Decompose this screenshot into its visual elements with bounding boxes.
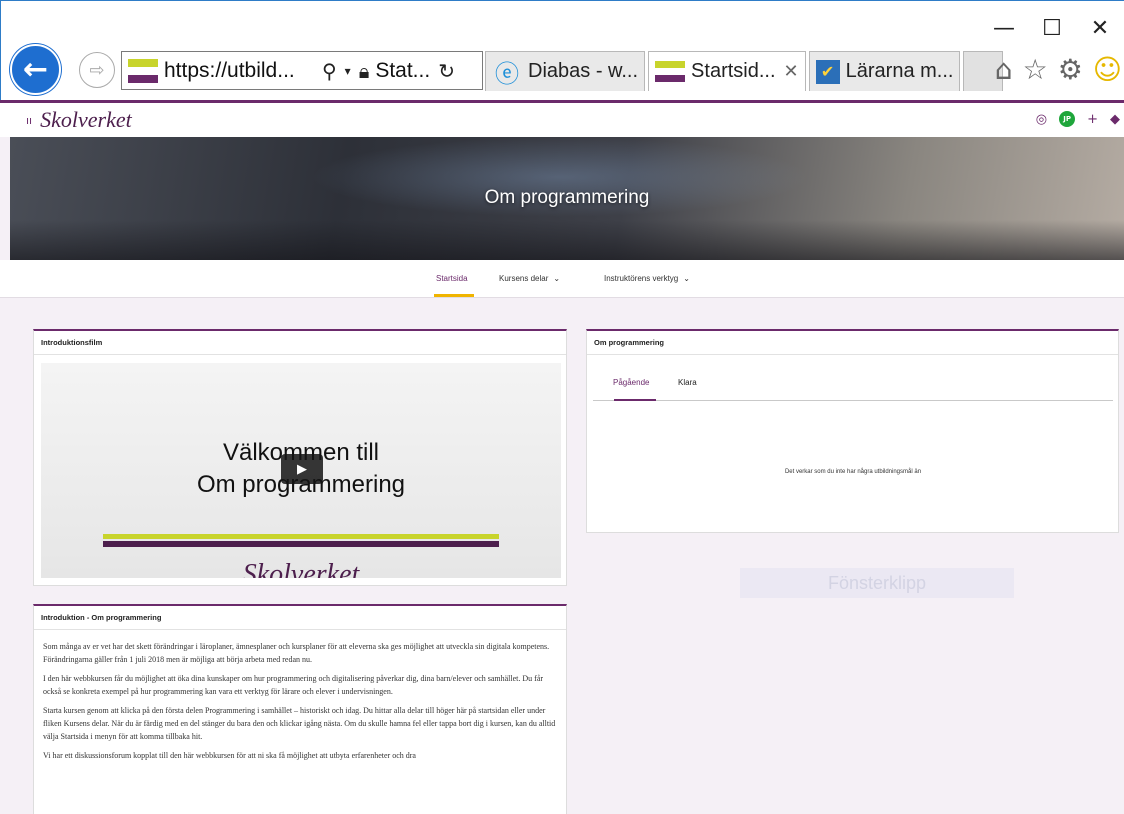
app-icon: ✔ (815, 59, 840, 84)
video-bar-purple (103, 541, 499, 547)
snipping-tool-overlay: Fönsterklipp (740, 568, 1014, 598)
address-url[interactable]: https://utbild... (164, 59, 314, 83)
site-header: ıı Skolverket ◎ JP + ◆ (0, 100, 1124, 137)
skolverket-flag-icon (128, 58, 158, 83)
intro-text: Som många av er vet har det skett föränd… (34, 630, 566, 762)
play-icon: ▶ (297, 461, 307, 477)
nav-kursens-delar[interactable]: Kursens delar ⌄ (499, 274, 560, 283)
goals-card: Om programmering Pågående Klara Det verk… (586, 329, 1119, 533)
address-bar[interactable]: https://utbild... ⚲ ▾ 🔒︎ Stat... ↻ (121, 51, 483, 90)
arrow-right-icon: ⇨ (89, 59, 105, 81)
page-title: Om programmering (484, 187, 650, 208)
lock-icon[interactable]: 🔒︎ (359, 59, 370, 83)
tab-label: Diabas - w... (528, 60, 639, 82)
nav-label: Instruktörens verktyg (604, 274, 679, 283)
tab-lararna[interactable]: ✔ Lärarna m... (808, 51, 961, 91)
tab-startsida[interactable]: Startsid... ✕ (648, 51, 806, 91)
nav-label: Startsida (436, 274, 468, 283)
minimize-button[interactable]: — (980, 15, 1028, 41)
arrow-left-icon: ← (22, 52, 49, 87)
tab-diabas[interactable]: ⓔ Diabas - w... (485, 51, 646, 91)
card-title: Om programmering (587, 331, 1118, 355)
home-icon[interactable]: ⌂ (995, 53, 1013, 86)
window-controls: — ☐ ✕ (980, 15, 1124, 41)
course-nav: Startsida Kursens delar ⌄ Instruktörens v… (0, 260, 1124, 298)
goals-tabs: Pågående Klara (593, 355, 1113, 401)
hero-banner: Om programmering (10, 137, 1124, 260)
tab-pagaende[interactable]: Pågående (613, 378, 649, 387)
intro-paragraph: Som många av er vet har det skett föränd… (43, 642, 550, 664)
intro-video[interactable]: Välkommen till Om programmering ▶ Skolve… (41, 363, 561, 578)
star-icon[interactable]: ☆ (1023, 53, 1048, 86)
hero-keyboard (10, 220, 1124, 260)
apps-icon[interactable]: ◆ (1110, 112, 1120, 127)
tab-active-indicator (614, 399, 656, 401)
card-title: Introduktionsfilm (34, 331, 566, 355)
nav-label: Kursens delar (499, 274, 549, 283)
header-icons: ◎ JP + ◆ (1036, 111, 1120, 127)
tab-label: Startsid... (691, 60, 776, 82)
browser-toolbar-icons: ⌂ ☆ ⚙ ☺ (995, 53, 1122, 86)
nav-startsida[interactable]: Startsida (436, 274, 468, 283)
chevron-down-icon: ⌄ (683, 274, 690, 283)
intro-paragraph: Starta kursen genom att klicka på den fö… (43, 706, 556, 741)
play-button[interactable]: ▶ (281, 454, 323, 484)
browser-chrome: — ☐ ✕ ← ⇨ https://utbild... ⚲ ▾ 🔒︎ Stat.… (0, 0, 1124, 100)
back-button[interactable]: ← (10, 44, 61, 95)
notification-icon[interactable]: ◎ (1036, 112, 1047, 127)
intro-paragraph: Vi har ett diskussionsforum kopplat till… (43, 751, 416, 760)
intro-paragraph: I den här webbkursen får du möjlighet at… (43, 674, 544, 696)
video-logo: Skolverket (242, 559, 360, 578)
nav-active-indicator (434, 294, 474, 297)
site-identity[interactable]: Stat... (375, 59, 430, 83)
plus-icon[interactable]: + (1087, 112, 1098, 127)
gear-icon[interactable]: ⚙ (1058, 53, 1083, 86)
card-title: Introduktion - Om programmering (34, 606, 566, 630)
search-icon[interactable]: ⚲ (322, 59, 337, 83)
intro-card: Introduktion - Om programmering Som mång… (33, 604, 567, 814)
tab-label: Lärarna m... (845, 60, 954, 82)
avatar[interactable]: JP (1059, 111, 1076, 127)
forward-button[interactable]: ⇨ (79, 52, 115, 88)
refresh-icon[interactable]: ↻ (438, 59, 455, 83)
video-card: Introduktionsfilm Välkommen till Om prog… (33, 329, 567, 586)
chevron-down-icon: ⌄ (553, 274, 561, 283)
dropdown-icon[interactable]: ▾ (345, 64, 351, 78)
close-window-button[interactable]: ✕ (1076, 15, 1124, 41)
video-bar-yellow (103, 534, 499, 539)
smiley-icon[interactable]: ☺ (1093, 53, 1122, 86)
tab-klara[interactable]: Klara (678, 378, 697, 387)
ie-icon: ⓔ (495, 60, 519, 88)
browser-tabs: ⓔ Diabas - w... Startsid... ✕ ✔ Lärarna … (485, 51, 1006, 91)
maximize-button[interactable]: ☐ (1028, 15, 1076, 41)
skolverket-flag-icon (655, 59, 686, 85)
close-tab-icon[interactable]: ✕ (784, 61, 799, 82)
site-logo[interactable]: Skolverket (40, 107, 132, 133)
menu-icon[interactable]: ıı (26, 114, 32, 127)
empty-message: Det verkar som du inte har några utbildn… (784, 469, 922, 475)
nav-instruktorens-verktyg[interactable]: Instruktörens verktyg ⌄ (604, 274, 690, 283)
